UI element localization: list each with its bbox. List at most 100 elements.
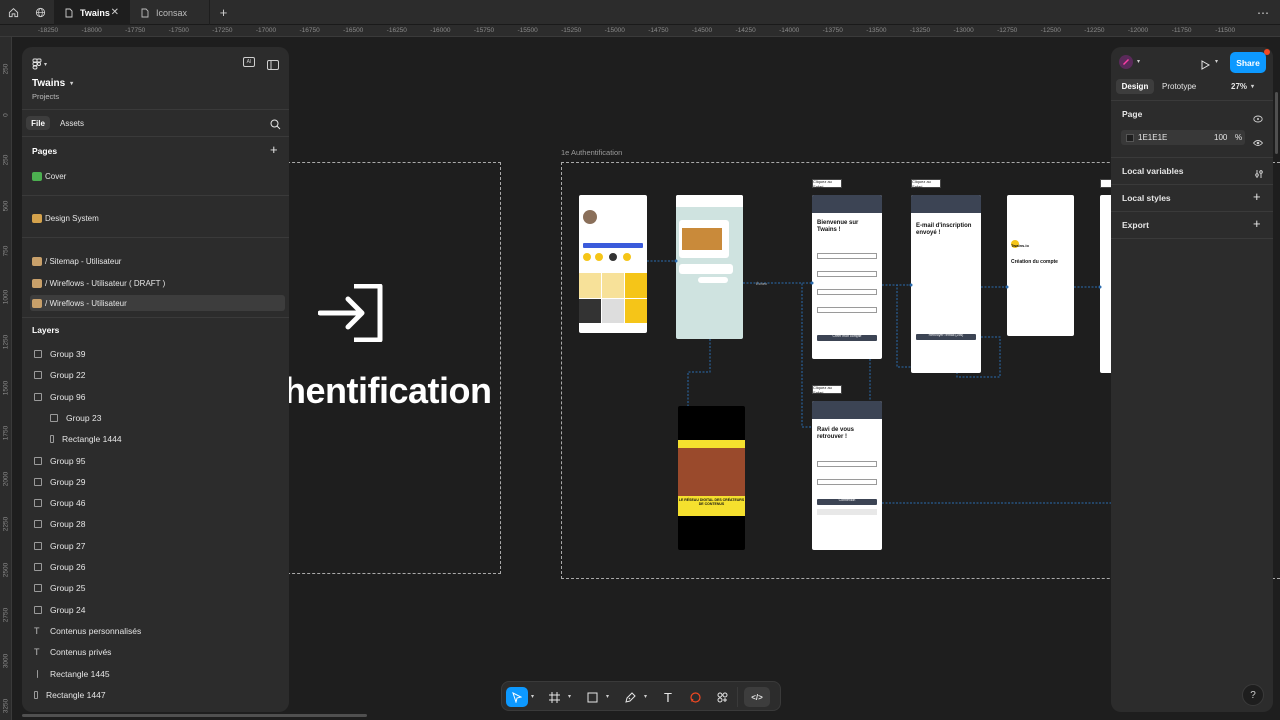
page-item[interactable]: Cover	[30, 168, 285, 184]
chevron-down-icon[interactable]: ▾	[606, 693, 609, 700]
horizontal-scrollbar[interactable]	[22, 714, 367, 717]
page-settings-icon[interactable]	[1253, 110, 1263, 128]
text-tool-icon[interactable]: T	[657, 687, 679, 707]
chevron-down-icon[interactable]: ▾	[568, 693, 571, 700]
ai-icon[interactable]: AI	[243, 57, 255, 67]
project-name[interactable]: Twains ▾	[32, 78, 73, 89]
zoom-level[interactable]: 27% ▾	[1231, 79, 1254, 94]
text-layer-icon: T	[34, 647, 40, 658]
move-tool-icon[interactable]	[506, 687, 528, 707]
add-page-icon[interactable]: +	[270, 142, 278, 157]
tab-assets[interactable]: Assets	[60, 116, 84, 130]
page-item[interactable]: Design System	[30, 210, 285, 226]
more-options-icon[interactable]: ⋯	[1250, 0, 1277, 25]
group-layer-icon	[34, 477, 42, 486]
layer-row[interactable]: Group 28	[22, 514, 289, 534]
layer-label: Group 23	[66, 412, 102, 423]
layer-row[interactable]: T Contenus personnalisés	[22, 621, 289, 641]
divider	[1111, 238, 1273, 239]
rectangle-tool-icon[interactable]	[581, 687, 603, 707]
left-panel: ▾ AI Twains ▾ Projects File Assets Pages …	[22, 47, 289, 712]
layer-row[interactable]: Rectangle 1444	[22, 429, 289, 449]
layer-row[interactable]: Group 95	[22, 451, 289, 471]
chevron-down-icon: ▾	[1251, 84, 1255, 90]
home-icon[interactable]	[0, 0, 27, 25]
layer-row[interactable]: T Contenus privés	[22, 642, 289, 662]
page-item[interactable]: / Wireflows - Utilisateur	[30, 295, 285, 311]
vertical-scrollbar[interactable]	[1275, 92, 1278, 154]
tab-design[interactable]: Design	[1116, 79, 1154, 94]
close-icon[interactable]: ✕	[111, 7, 119, 18]
search-icon[interactable]	[270, 117, 281, 135]
layer-label: Group 39	[50, 349, 86, 359]
frame-tool-icon[interactable]	[543, 687, 565, 707]
layer-row[interactable]: Rectangle 1445	[22, 664, 289, 684]
ruler-tick-label: -12750	[997, 27, 1018, 34]
ruler-tick-label: -13250	[909, 27, 931, 34]
comment-tool-icon[interactable]	[684, 687, 706, 707]
layer-row[interactable]: Group 27	[22, 536, 289, 556]
page-opacity[interactable]: 100	[1214, 133, 1227, 142]
ruler-tick-label: 0	[2, 112, 10, 117]
layer-row[interactable]: Group 26	[22, 557, 289, 577]
ruler-tick-label: -14500	[691, 27, 713, 34]
ruler-tick-label: -15250	[561, 27, 582, 34]
page-emoji-icon	[32, 213, 42, 223]
tab-prototype[interactable]: Prototype	[1162, 79, 1196, 94]
flow-label: Échec	[756, 281, 768, 286]
chevron-down-icon[interactable]: ▾	[1137, 58, 1140, 65]
layer-row[interactable]: Group 39	[22, 344, 289, 364]
pen-tool-icon[interactable]	[619, 687, 641, 707]
ruler-tick-label: 1000	[2, 289, 10, 304]
pages-heading: Pages	[32, 146, 58, 156]
share-button[interactable]: Share	[1230, 52, 1266, 73]
layer-row[interactable]: Rectangle 1447	[22, 685, 289, 705]
resources-icon[interactable]	[711, 687, 733, 707]
eye-icon[interactable]	[1252, 134, 1264, 152]
layer-row[interactable]: Group 29	[22, 472, 289, 492]
tab-file[interactable]: File	[26, 116, 50, 130]
divider	[1111, 184, 1273, 185]
layer-row[interactable]: Group 24	[22, 600, 289, 620]
local-variables[interactable]: Local variables	[1122, 166, 1273, 176]
figma-menu-icon[interactable]: ▾	[32, 57, 52, 71]
new-tab-plus-icon[interactable]: +	[210, 0, 237, 25]
layer-row[interactable]: Group 22	[22, 365, 289, 385]
page-color-hex[interactable]: 1E1E1E	[1138, 133, 1167, 142]
ruler-tick-label: -16250	[386, 27, 407, 34]
present-icon[interactable]	[1200, 57, 1211, 75]
ruler-tick-label: -14000	[779, 27, 800, 34]
layer-row[interactable]: Group 23	[22, 408, 289, 428]
add-style-icon[interactable]: +	[1253, 189, 1261, 204]
ruler-tick-label: -13000	[953, 27, 974, 34]
avatar[interactable]	[1119, 55, 1133, 69]
add-export-icon[interactable]: +	[1253, 216, 1261, 231]
ruler-tick-label: -16750	[299, 27, 320, 34]
tab-label: Iconsax	[156, 7, 188, 18]
tab-iconsax[interactable]: Iconsax	[130, 0, 210, 25]
chevron-down-icon[interactable]: ▾	[644, 693, 647, 700]
sidebar-toggle-icon[interactable]	[267, 57, 279, 75]
page-color-swatch[interactable]	[1126, 134, 1134, 142]
layer-row[interactable]: Group 46	[22, 493, 289, 513]
help-icon[interactable]: ?	[1242, 684, 1264, 706]
chevron-down-icon[interactable]: ▾	[1215, 58, 1218, 65]
page-item[interactable]: / Wireflows - Utilisateur ( DRAFT )	[30, 275, 285, 291]
ruler-tick-label: 3000	[2, 653, 10, 668]
dev-mode-icon[interactable]: </>	[744, 687, 770, 707]
ruler-tick-label: 750	[2, 245, 10, 257]
ruler-tick-label: 2000	[2, 471, 10, 486]
page-emoji-icon	[32, 298, 42, 308]
layer-label: Group 95	[50, 455, 86, 466]
sliders-icon[interactable]	[1254, 166, 1264, 184]
globe-icon[interactable]	[27, 0, 54, 25]
chevron-down-icon[interactable]: ▾	[531, 693, 534, 700]
layer-label: Rectangle 1445	[50, 668, 110, 679]
local-styles[interactable]: Local styles	[1122, 193, 1273, 203]
export[interactable]: Export	[1122, 220, 1273, 230]
tab-twains[interactable]: Twains ✕	[54, 0, 130, 25]
page-item[interactable]: / Sitemap - Utilisateur	[30, 253, 285, 269]
layer-row[interactable]: Group 25	[22, 578, 289, 598]
layer-row[interactable]: Group 96	[22, 387, 289, 407]
ruler-tick-label: 250	[2, 154, 10, 166]
